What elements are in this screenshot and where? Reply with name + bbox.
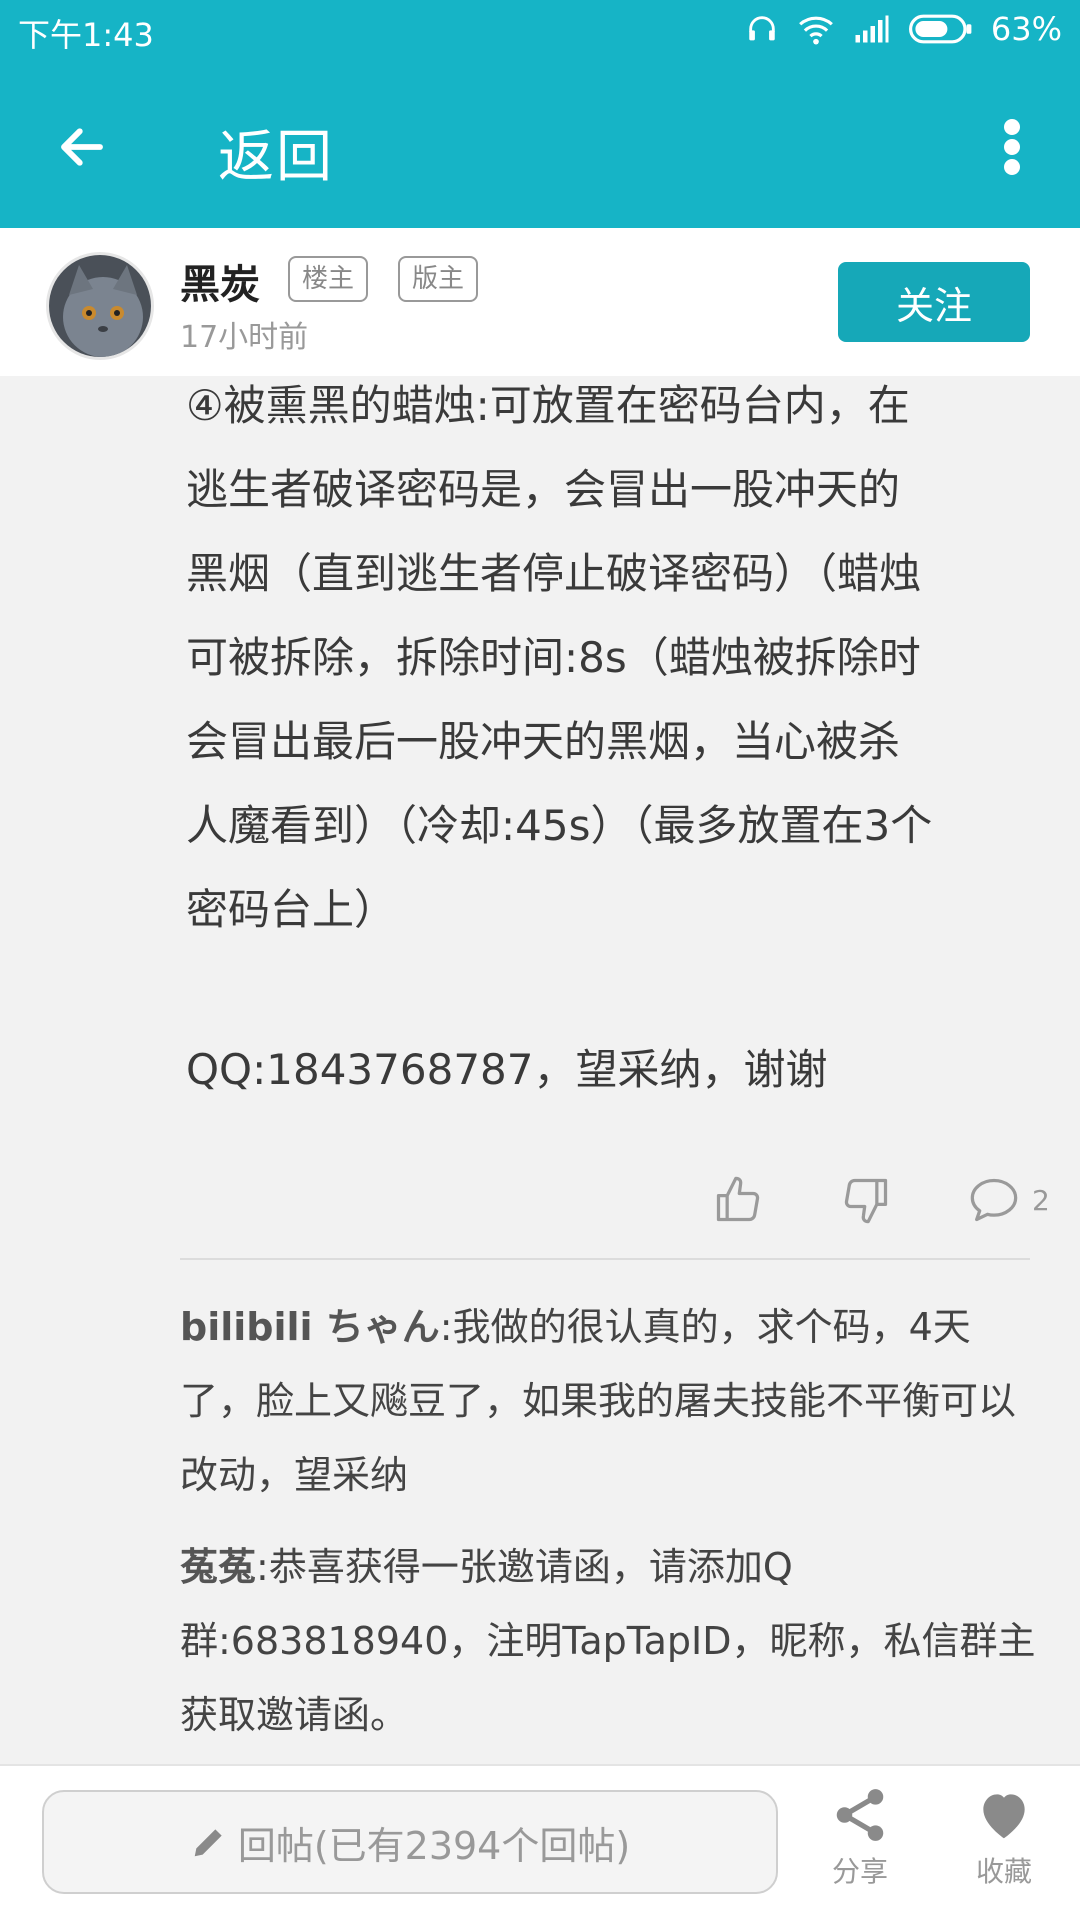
battery-percent: 63% — [990, 10, 1062, 48]
reply-text: :恭喜获得一张邀请函，请添加Q群:683818940，注明TapTapID，昵称… — [180, 1545, 1036, 1737]
more-vertical-icon — [1004, 119, 1020, 175]
comment-count: 2 — [1032, 1183, 1050, 1217]
wifi-icon — [797, 12, 835, 46]
share-button[interactable]: 分享 — [800, 1784, 920, 1914]
post-line: 密码台上） — [186, 885, 397, 934]
like-button[interactable] — [712, 1165, 764, 1235]
app-bar: 返回 — [0, 62, 1080, 228]
share-icon — [836, 1789, 884, 1841]
post-line: 人魔看到）（冷却:45s）（最多放置在3个 — [186, 801, 933, 850]
heart-icon — [983, 1794, 1025, 1839]
reply-username[interactable]: 菟菟 — [180, 1545, 256, 1589]
comment-button[interactable]: 2 — [968, 1165, 1050, 1235]
favorite-label: 收藏 — [975, 1855, 1032, 1888]
share-label: 分享 — [831, 1855, 888, 1888]
author-name[interactable]: 黑炭 — [180, 252, 260, 310]
divider — [180, 1258, 1030, 1260]
back-button[interactable] — [42, 107, 122, 187]
status-bar: 下午1:43 63% — [0, 0, 1080, 62]
dislike-button[interactable] — [840, 1165, 892, 1235]
avatar[interactable] — [46, 252, 154, 360]
post-line: 逃生者破译密码是，会冒出一股冲天的 — [186, 465, 901, 514]
reply-input[interactable]: 回帖(已有2394个回帖) — [42, 1790, 778, 1894]
post-time: 17小时前 — [180, 320, 309, 355]
moderator-badge: 版主 — [398, 256, 479, 302]
battery-icon — [908, 14, 973, 44]
pencil-icon — [194, 1829, 222, 1857]
post-line: 黑烟（直到逃生者停止破译密码）（蜡烛 — [186, 549, 922, 598]
reply-item[interactable]: 菟菟:恭喜获得一张邀请函，请添加Q群:683818940，注明TapTapID，… — [180, 1530, 1040, 1752]
page-title[interactable]: 返回 — [218, 112, 334, 193]
post-actions: 2 — [700, 1165, 1060, 1235]
thumbs-down-icon — [844, 1178, 888, 1224]
op-badge: 楼主 — [288, 256, 369, 302]
follow-button[interactable]: 关注 — [838, 262, 1030, 342]
post-line: 会冒出最后一股冲天的黑烟，当心被杀 — [186, 717, 901, 766]
post-line: 可被拆除，拆除时间:8s（蜡烛被拆除时 — [186, 633, 921, 682]
reply-username[interactable]: bilibili ちゃん — [180, 1305, 440, 1349]
comment-icon — [970, 1178, 1018, 1222]
thumbs-up-icon — [716, 1176, 760, 1222]
post-line: ④被熏黑的蜡烛:可放置在密码台内，在 — [186, 381, 910, 430]
top-bar: 下午1:43 63% 返回 — [0, 0, 1080, 228]
post-content: ④被熏黑的蜡烛:可放置在密码台内，在 逃生者破译密码是，会冒出一股冲天的 黑烟（… — [186, 364, 1046, 952]
signal-icon — [853, 14, 891, 44]
bottom-bar: 回帖(已有2394个回帖) 分享 收藏 — [0, 1764, 1080, 1920]
post-contact-line: QQ:1843768787，望采纳，谢谢 — [186, 1045, 828, 1094]
arrow-left-icon — [61, 128, 103, 166]
reply-item[interactable]: bilibili ちゃん:我做的很认真的，求个码，4天了，脸上又飚豆了，如果我的… — [180, 1290, 1040, 1512]
author-header: 黑炭 楼主 版主 17小时前 关注 — [0, 228, 1080, 376]
favorite-button[interactable]: 收藏 — [944, 1784, 1064, 1914]
status-icons: 63% — [745, 10, 1062, 48]
more-options-button[interactable] — [984, 107, 1040, 187]
status-time: 下午1:43 — [18, 16, 154, 54]
headset-icon — [745, 12, 779, 46]
reply-input-placeholder: 回帖(已有2394个回帖) — [237, 1823, 631, 1868]
